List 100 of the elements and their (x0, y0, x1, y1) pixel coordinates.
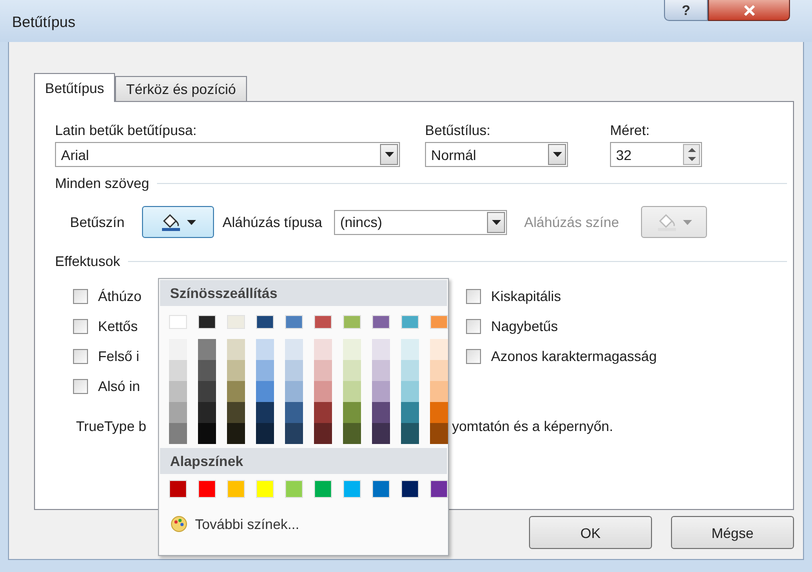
color-swatch[interactable] (343, 480, 361, 498)
checkbox[interactable] (73, 378, 88, 394)
color-swatch[interactable] (285, 381, 303, 402)
color-swatch[interactable] (430, 315, 448, 329)
color-swatch[interactable] (285, 315, 303, 329)
color-swatch[interactable] (314, 480, 332, 498)
color-swatch[interactable] (198, 339, 216, 360)
color-swatch[interactable] (285, 423, 303, 444)
font-dropdown[interactable]: Arial (55, 142, 400, 167)
color-swatch[interactable] (343, 339, 361, 360)
color-swatch[interactable] (401, 315, 419, 329)
color-swatch[interactable] (285, 360, 303, 381)
color-swatch[interactable] (256, 360, 274, 381)
color-swatch[interactable] (430, 480, 448, 498)
color-swatch[interactable] (430, 360, 448, 381)
checkbox-label: Alsó in (98, 378, 140, 394)
color-swatch[interactable] (227, 402, 245, 423)
color-swatch[interactable] (372, 381, 390, 402)
underline-dropdown[interactable]: (nincs) (334, 210, 508, 234)
tab[interactable]: Térköz és pozíció (115, 76, 247, 101)
color-swatch[interactable] (372, 402, 390, 423)
color-swatch[interactable] (372, 480, 390, 498)
color-swatch[interactable] (372, 360, 390, 381)
help-button[interactable]: ? (664, 0, 708, 21)
color-swatch[interactable] (343, 381, 361, 402)
color-swatch[interactable] (256, 339, 274, 360)
spin-buttons[interactable] (683, 144, 700, 165)
color-swatch[interactable] (227, 423, 245, 444)
section-heading: Effektusok (55, 253, 120, 269)
color-swatch[interactable] (430, 339, 448, 360)
color-swatch[interactable] (198, 315, 216, 329)
color-swatch[interactable] (169, 423, 187, 444)
color-swatch[interactable] (227, 381, 245, 402)
color-swatch[interactable] (169, 315, 187, 329)
color-swatch[interactable] (430, 381, 448, 402)
note-text: TrueType b (76, 418, 146, 434)
checkbox[interactable] (73, 318, 88, 334)
dropdown-button[interactable] (548, 144, 566, 165)
color-swatch[interactable] (401, 339, 419, 360)
color-swatch[interactable] (401, 423, 419, 444)
color-swatch[interactable] (285, 402, 303, 423)
color-swatch[interactable] (198, 480, 216, 498)
color-swatch[interactable] (198, 360, 216, 381)
color-swatch[interactable] (227, 315, 245, 329)
color-swatch[interactable] (169, 402, 187, 423)
color-swatch[interactable] (169, 339, 187, 360)
dialog-button[interactable]: Mégse (671, 516, 794, 549)
color-swatch[interactable] (256, 480, 274, 498)
checkbox[interactable] (73, 288, 88, 304)
color-swatch[interactable] (285, 339, 303, 360)
palette-icon (171, 516, 187, 532)
style-dropdown[interactable]: Normál (425, 142, 568, 167)
color-swatch[interactable] (372, 423, 390, 444)
dropdown-button[interactable] (487, 212, 506, 232)
color-swatch[interactable] (343, 360, 361, 381)
color-swatch[interactable] (343, 402, 361, 423)
checkbox[interactable] (466, 288, 481, 304)
checkbox[interactable] (466, 348, 481, 364)
color-swatch[interactable] (169, 360, 187, 381)
color-swatch[interactable] (198, 402, 216, 423)
color-swatch[interactable] (372, 339, 390, 360)
color-swatch[interactable] (256, 381, 274, 402)
more-colors-item[interactable]: További színek... (159, 498, 300, 532)
checkbox[interactable] (466, 318, 481, 334)
checkbox-label: Kiskapitális (491, 288, 562, 304)
color-swatch[interactable] (227, 480, 245, 498)
color-swatch[interactable] (256, 402, 274, 423)
color-swatch[interactable] (227, 339, 245, 360)
color-swatch[interactable] (198, 423, 216, 444)
color-swatch[interactable] (169, 480, 187, 498)
color-swatch[interactable] (314, 423, 332, 444)
color-swatch[interactable] (314, 402, 332, 423)
color-swatch[interactable] (314, 360, 332, 381)
color-swatch[interactable] (314, 381, 332, 402)
close-button[interactable] (708, 0, 790, 21)
color-swatch[interactable] (430, 402, 448, 423)
color-swatch[interactable] (227, 360, 245, 381)
color-swatch[interactable] (401, 381, 419, 402)
color-swatch[interactable] (285, 480, 303, 498)
color-swatch[interactable] (314, 315, 332, 329)
size-spinbox[interactable]: 32 (610, 142, 702, 167)
color-swatch[interactable] (343, 423, 361, 444)
color-swatch[interactable] (401, 402, 419, 423)
color-swatch[interactable] (314, 339, 332, 360)
color-swatch[interactable] (343, 315, 361, 329)
color-swatch[interactable] (169, 381, 187, 402)
font-color-button[interactable] (142, 206, 214, 238)
checkbox[interactable] (73, 348, 88, 364)
color-swatch[interactable] (401, 480, 419, 498)
dialog-button[interactable]: OK (529, 516, 652, 549)
dropdown-button[interactable] (380, 144, 398, 165)
color-swatch[interactable] (372, 315, 390, 329)
tab[interactable]: Betűtípus (34, 73, 116, 102)
caret-icon (492, 220, 501, 224)
color-swatch[interactable] (430, 423, 448, 444)
color-swatch[interactable] (401, 360, 419, 381)
dropdown-value: Normál (431, 146, 476, 162)
color-swatch[interactable] (256, 423, 274, 444)
color-swatch[interactable] (198, 381, 216, 402)
color-swatch[interactable] (256, 315, 274, 329)
